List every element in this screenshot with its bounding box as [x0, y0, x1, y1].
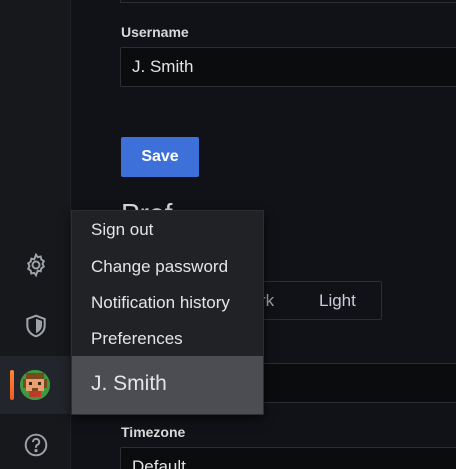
menu-item-sign-out[interactable]: Sign out — [91, 220, 153, 240]
menu-item-change-password[interactable]: Change password — [91, 257, 228, 277]
username-input[interactable]: J. Smith — [120, 47, 456, 87]
shield-icon — [25, 314, 46, 338]
theme-radio-group: rk Light — [260, 281, 382, 320]
admin-nav-item[interactable] — [0, 306, 71, 346]
save-button[interactable]: Save — [121, 137, 199, 177]
gear-icon — [26, 252, 45, 278]
profile-nav-item[interactable] — [0, 356, 71, 414]
help-nav-item[interactable] — [0, 425, 71, 465]
side-nav — [0, 0, 71, 469]
user-menu: Sign out Change password Notification hi… — [71, 210, 264, 415]
theme-option-light[interactable]: Light — [319, 291, 356, 311]
timezone-label: Timezone — [121, 424, 186, 440]
menu-item-notification-history[interactable]: Notification history — [91, 293, 230, 313]
help-icon — [24, 433, 47, 457]
configuration-nav-item[interactable] — [0, 245, 71, 285]
username-label: Username — [121, 24, 189, 40]
timezone-select[interactable]: Default — [120, 447, 456, 469]
menu-user-name: J. Smith — [91, 372, 167, 395]
previous-input-edge — [120, 0, 456, 3]
menu-user-header[interactable]: J. Smith — [72, 356, 263, 414]
menu-item-preferences[interactable]: Preferences — [91, 329, 183, 349]
avatar — [20, 370, 50, 400]
active-indicator — [10, 370, 14, 400]
